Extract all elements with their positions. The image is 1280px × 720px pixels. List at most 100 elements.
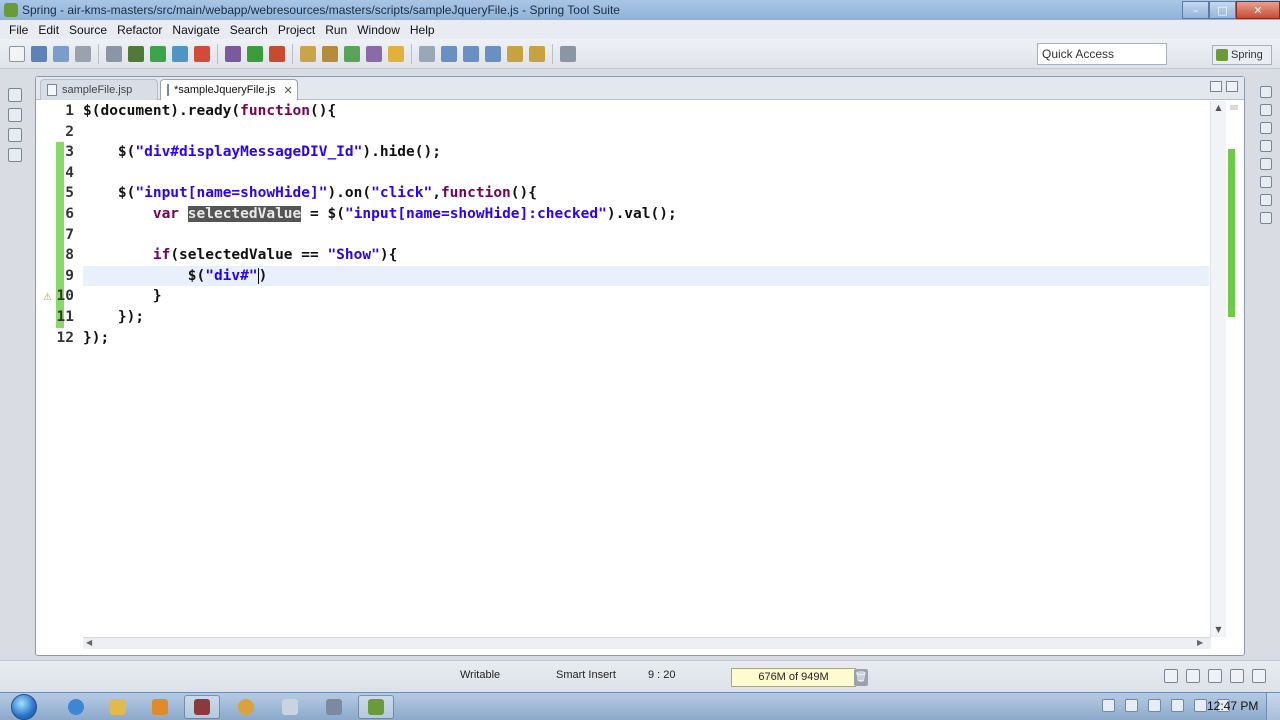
- taskbar-app[interactable]: [142, 695, 178, 719]
- app-icon: [282, 699, 298, 715]
- start-button[interactable]: [6, 693, 42, 720]
- code-line: $("div#displayMessageDIV_Id").hide();: [83, 144, 441, 161]
- taskbar: 12:47 PM: [0, 692, 1280, 720]
- annotation-next-icon[interactable]: [463, 45, 479, 62]
- menu-search[interactable]: Search: [225, 23, 273, 37]
- open-type-icon[interactable]: [366, 45, 382, 62]
- menu-navigate[interactable]: Navigate: [167, 23, 224, 37]
- error-log-icon[interactable]: [1252, 669, 1266, 683]
- menu-file[interactable]: File: [4, 23, 33, 37]
- menu-source[interactable]: Source: [64, 23, 112, 37]
- line-number: 3: [37, 142, 74, 163]
- new-class-icon[interactable]: [344, 45, 360, 62]
- code-line: }: [83, 288, 162, 305]
- new-package-icon[interactable]: [322, 45, 338, 62]
- close-tab-icon[interactable]: ✕: [283, 84, 292, 97]
- restore-icon[interactable]: [1260, 140, 1272, 152]
- new-icon[interactable]: [9, 45, 25, 62]
- clock[interactable]: 12:47 PM: [1207, 699, 1258, 713]
- new-java-project-icon[interactable]: [300, 45, 316, 62]
- restore-icon[interactable]: [1164, 669, 1178, 683]
- code-line: var selectedValue = $("input[name=showHi…: [152, 206, 677, 222]
- stop-icon[interactable]: [194, 45, 210, 62]
- flag-icon[interactable]: [1125, 699, 1138, 712]
- profile-icon[interactable]: [172, 45, 188, 62]
- taskbar-ie[interactable]: [58, 695, 94, 719]
- save-all-icon[interactable]: [53, 45, 69, 62]
- overview-mark[interactable]: [1230, 105, 1238, 110]
- forward-icon[interactable]: [529, 45, 545, 62]
- taskbar-chrome[interactable]: [228, 695, 264, 719]
- servers-icon[interactable]: [8, 148, 22, 162]
- taskbar-app[interactable]: [272, 695, 308, 719]
- package-explorer-icon[interactable]: [8, 108, 22, 122]
- minimize-icon[interactable]: [1210, 81, 1222, 92]
- scroll-right-icon[interactable]: ▶: [1197, 638, 1203, 647]
- garbage-collect-icon[interactable]: 🗑: [854, 669, 868, 686]
- back-icon[interactable]: [507, 45, 523, 62]
- taskbar-explorer[interactable]: [100, 695, 136, 719]
- horizontal-scrollbar[interactable]: ◀ ▶: [83, 637, 1211, 649]
- menu-project[interactable]: Project: [273, 23, 320, 37]
- taskbar-spring-tool-suite[interactable]: [358, 695, 394, 719]
- quick-access-input[interactable]: Quick Access: [1037, 43, 1167, 65]
- network-icon[interactable]: [1194, 699, 1207, 712]
- tab-sample-jquery-file-js[interactable]: *sampleJqueryFile.js ✕: [160, 79, 298, 100]
- vertical-scrollbar[interactable]: ▲ ▼: [1210, 101, 1226, 637]
- code-line: $("input[name=showHide]").on("click",fun…: [83, 185, 537, 202]
- tray-app-icon[interactable]: [1148, 699, 1161, 712]
- debug-run-icon[interactable]: [225, 45, 241, 62]
- line-number: 8: [37, 245, 74, 266]
- maximize-icon[interactable]: [1226, 81, 1238, 92]
- menu-edit[interactable]: Edit: [33, 23, 64, 37]
- spring-perspective-button[interactable]: Spring: [1212, 45, 1272, 65]
- close-button[interactable]: ✕: [1236, 1, 1280, 19]
- print-icon[interactable]: [75, 45, 91, 62]
- tray-app-icon[interactable]: [1171, 699, 1184, 712]
- console-icon[interactable]: [1260, 212, 1272, 224]
- menu-window[interactable]: Window: [352, 23, 405, 37]
- mark-icon[interactable]: [441, 45, 457, 62]
- restore-icon[interactable]: [1260, 176, 1272, 188]
- outline-icon[interactable]: [1260, 104, 1272, 116]
- progress-icon[interactable]: [1230, 669, 1244, 683]
- server-icon[interactable]: [106, 45, 122, 62]
- problems-icon[interactable]: [1208, 669, 1222, 683]
- search-icon[interactable]: [419, 45, 435, 62]
- perspective-label: Spring: [1231, 49, 1263, 61]
- external-tools-icon[interactable]: [269, 45, 285, 62]
- open-task-icon[interactable]: [388, 45, 404, 62]
- run-server-icon[interactable]: [150, 45, 166, 62]
- show-hidden-icons-icon[interactable]: [1102, 699, 1115, 712]
- open-perspective-icon[interactable]: [560, 45, 576, 62]
- spring-explorer-icon[interactable]: [1260, 158, 1272, 170]
- line-number: 4: [37, 162, 74, 184]
- taskbar-app[interactable]: [316, 695, 352, 719]
- type-hierarchy-icon[interactable]: [8, 128, 22, 142]
- scroll-down-icon[interactable]: ▼: [1213, 625, 1224, 635]
- tab-sample-file-jsp[interactable]: sampleFile.jsp: [40, 79, 158, 100]
- debug-icon[interactable]: [128, 45, 144, 62]
- editor-window-controls: [1210, 81, 1238, 92]
- problems-icon[interactable]: [1260, 194, 1272, 206]
- insert-mode-status: Smart Insert: [556, 669, 616, 681]
- save-icon[interactable]: [31, 45, 47, 62]
- chrome-icon: [238, 699, 254, 715]
- minimize-button[interactable]: –: [1182, 1, 1209, 19]
- task-list-icon[interactable]: [1260, 122, 1272, 134]
- annotation-prev-icon[interactable]: [485, 45, 501, 62]
- taskbar-app-active[interactable]: [184, 695, 220, 719]
- run-icon[interactable]: [247, 45, 263, 62]
- scroll-left-icon[interactable]: ◀: [86, 638, 92, 647]
- maximize-button[interactable]: □: [1209, 1, 1236, 19]
- menu-help[interactable]: Help: [405, 23, 440, 37]
- console-icon[interactable]: [1186, 669, 1200, 683]
- menu-refactor[interactable]: Refactor: [112, 23, 167, 37]
- show-desktop-button[interactable]: [1266, 693, 1280, 720]
- code-editor[interactable]: $(document).ready(function(){ $("div#dis…: [83, 101, 1210, 637]
- restore-icon[interactable]: [8, 88, 22, 102]
- left-trim-stack: [0, 78, 30, 178]
- menu-run[interactable]: Run: [320, 23, 352, 37]
- scroll-up-icon[interactable]: ▲: [1213, 103, 1224, 113]
- restore-icon[interactable]: [1260, 86, 1272, 98]
